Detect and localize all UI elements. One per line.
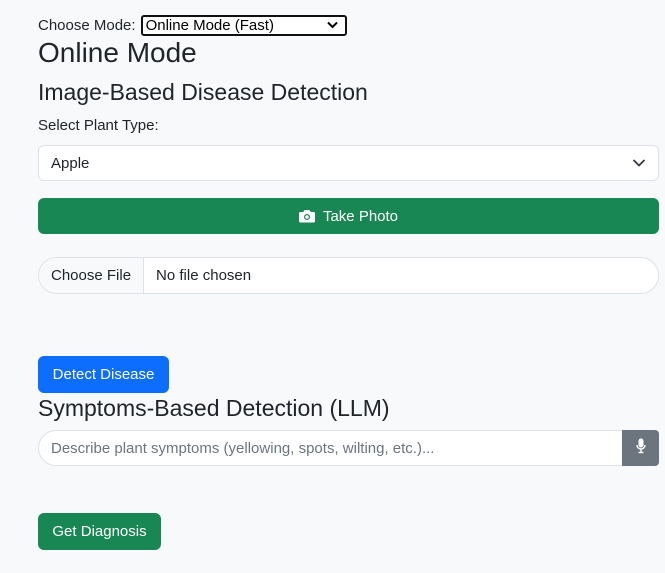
chevron-down-icon	[327, 19, 339, 31]
mode-label: Choose Mode:	[38, 16, 136, 34]
plant-type-label: Select Plant Type:	[38, 117, 159, 134]
symptoms-section-title: Symptoms-Based Detection (LLM)	[38, 395, 390, 421]
symptoms-input-group: Describe plant symptoms (yellowing, spot…	[38, 430, 659, 466]
file-status: No file chosen	[156, 267, 252, 284]
get-diagnosis-button[interactable]: Get Diagnosis	[38, 513, 161, 550]
file-input[interactable]: Choose File No file chosen	[38, 257, 659, 294]
mode-select-value: Online Mode (Fast)	[145, 16, 274, 34]
symptoms-input[interactable]: Describe plant symptoms (yellowing, spot…	[38, 430, 622, 466]
mode-row: Choose Mode: Online Mode (Fast)	[38, 14, 347, 36]
plant-type-select[interactable]: Apple	[38, 145, 659, 181]
camera-icon	[298, 209, 315, 223]
detect-disease-button[interactable]: Detect Disease	[38, 356, 169, 393]
choose-file-button[interactable]: Choose File	[39, 258, 145, 293]
take-photo-label: Take Photo	[322, 207, 399, 225]
microphone-button[interactable]	[622, 430, 659, 466]
chevron-down-icon	[632, 156, 646, 170]
page-title: Online Mode	[38, 37, 197, 68]
mode-select[interactable]: Online Mode (Fast)	[140, 14, 347, 36]
plant-type-value: Apple	[51, 154, 90, 172]
image-section-title: Image-Based Disease Detection	[38, 79, 368, 105]
microphone-icon	[635, 438, 646, 459]
take-photo-button[interactable]: Take Photo	[38, 198, 659, 234]
